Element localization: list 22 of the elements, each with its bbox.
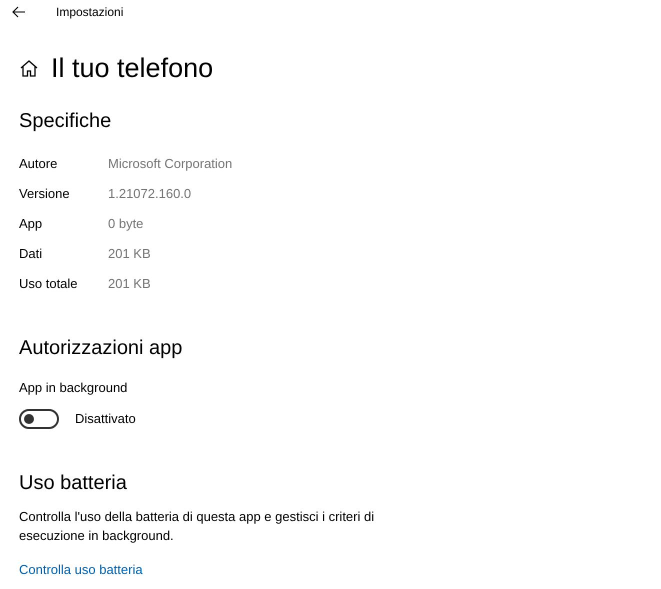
spec-label: Dati bbox=[19, 245, 44, 264]
battery-description: Controlla l'uso della batteria di questa app e gestisci i criteri di esecuzione in background. bbox=[19, 508, 376, 544]
battery-link[interactable]: Controlla uso batteria bbox=[19, 560, 143, 579]
spec-label: App bbox=[19, 215, 44, 234]
spec-label: Autore bbox=[19, 155, 58, 174]
home-icon[interactable] bbox=[20, 60, 38, 76]
spec-label: Uso totale bbox=[19, 275, 79, 294]
page-title: Il tuo telefono bbox=[51, 54, 214, 82]
spec-value: 1.21072.160.0 bbox=[108, 185, 192, 204]
spec-value: 0 byte bbox=[108, 215, 144, 234]
toggle-state: Disattivato bbox=[75, 410, 136, 428]
setting-label: App in background bbox=[19, 379, 128, 397]
section-heading: Uso batteria bbox=[19, 470, 128, 494]
section-heading: Specifiche bbox=[19, 109, 112, 133]
spec-value: Microsoft Corporation bbox=[108, 155, 232, 174]
spec-value: 201 KB bbox=[108, 245, 151, 264]
back-arrow-icon[interactable] bbox=[12, 6, 26, 18]
toggle-switch[interactable] bbox=[19, 408, 59, 428]
spec-label: Versione bbox=[19, 185, 71, 204]
section-heading: Autorizzazioni app bbox=[19, 336, 184, 360]
spec-value: 201 KB bbox=[108, 275, 151, 294]
window-title: Impostazioni bbox=[56, 4, 124, 21]
